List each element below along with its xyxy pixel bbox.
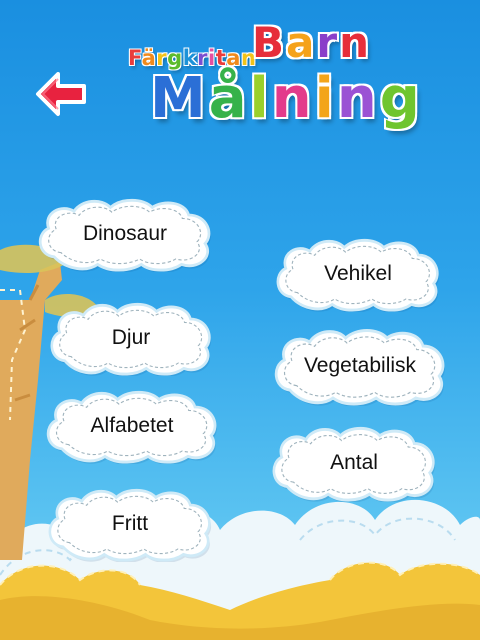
category-button-vehikel[interactable]: Vehikel [272,236,444,312]
category-label: Antal [330,451,378,474]
logo-top-text: Barn [252,18,371,67]
category-label: Dinosaur [82,222,168,245]
category-label: Vegetabilisk [303,354,417,377]
back-button[interactable] [34,70,90,118]
category-button-dinosaur[interactable]: Dinosaur [34,196,216,272]
category-button-fritt[interactable]: Fritt [44,486,216,562]
category-label: Alfabetet [90,414,174,437]
category-label: Djur [111,326,151,349]
logo-main-text: Målning [150,66,423,131]
category-button-djur[interactable]: Djur [46,300,216,376]
category-label: Vehikel [324,262,392,285]
back-arrow-icon [36,72,86,116]
category-button-antal[interactable]: Antal [268,424,440,502]
app-screen: Färgkritan Barn Målning Dinosaur Djur Alfa… [0,0,480,640]
app-logo: Färgkritan Barn Målning [120,16,420,136]
category-button-vegetabilisk[interactable]: Vegetabilisk [270,326,450,406]
category-label: Fritt [111,512,149,535]
category-button-alfabetet[interactable]: Alfabetet [42,388,222,464]
